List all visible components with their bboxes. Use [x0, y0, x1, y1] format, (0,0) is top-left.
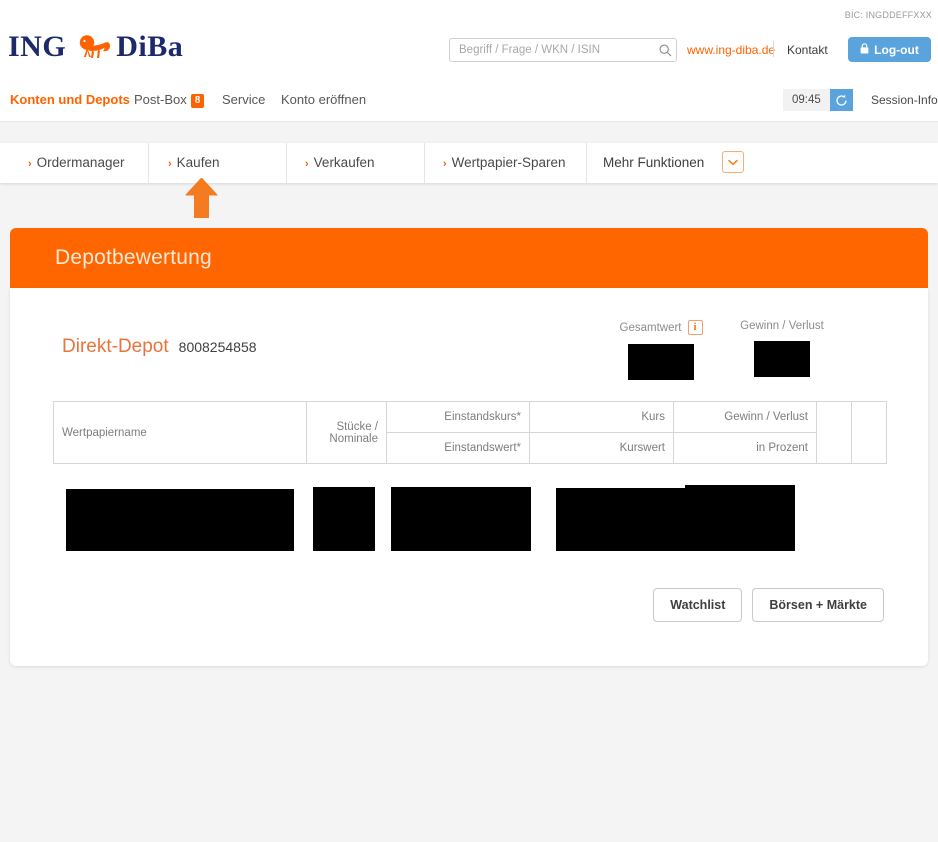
- watchlist-button[interactable]: Watchlist: [653, 588, 743, 622]
- col-kurs: Kurs: [529, 401, 674, 433]
- chevron-right-icon: ›: [305, 158, 309, 170]
- col-kurswert: Kurswert: [529, 432, 674, 464]
- nav-service[interactable]: Service: [222, 92, 265, 107]
- tab-kaufen[interactable]: › Kaufen: [168, 155, 219, 170]
- logo-diba-text: DiBa: [116, 30, 184, 63]
- tab-divider: [586, 143, 587, 183]
- website-link[interactable]: www.ing-diba.de: [687, 43, 775, 57]
- function-tabstrip: › Ordermanager › Kaufen › Verkaufen › Wertpa…: [0, 143, 938, 183]
- gesamtwert-value-redacted: [628, 344, 694, 380]
- tab-ordermanager[interactable]: › Ordermanager: [28, 155, 124, 170]
- depot-number: 8008254858: [178, 339, 257, 355]
- search-icon[interactable]: [654, 39, 676, 61]
- lion-icon: [74, 34, 112, 60]
- chevron-right-icon: ›: [443, 158, 447, 170]
- nav-label: Konten und Depots: [10, 92, 130, 107]
- session-timer: 09:45: [783, 89, 853, 111]
- gewinn-verlust-label: Gewinn / Verlust: [740, 320, 824, 332]
- page-title: Depotbewertung: [55, 246, 212, 269]
- depot-table: Wertpapiername Stücke / Nominale Einstan…: [53, 401, 887, 464]
- tab-verkaufen[interactable]: › Verkaufen: [305, 155, 374, 170]
- nav-post-box[interactable]: Post-Box 8: [134, 92, 205, 108]
- logout-button[interactable]: Log-out: [848, 37, 931, 62]
- card-action-buttons: Watchlist Börsen + Märkte: [653, 588, 884, 622]
- depot-name: Direkt-Depot: [62, 336, 169, 357]
- col-in-prozent: in Prozent: [673, 432, 817, 464]
- depot-heading: Direkt-Depot 8008254858: [62, 336, 257, 358]
- nav-label: Service: [222, 92, 266, 107]
- banner-bar: Depotbewertung: [10, 228, 928, 288]
- tab-divider: [424, 143, 425, 183]
- chevron-right-icon: ›: [28, 158, 32, 170]
- col-stuecke-line2: Nominale: [329, 432, 378, 445]
- nav-konto-eroeffnen[interactable]: Konto eröffnen: [281, 92, 366, 107]
- kontakt-link[interactable]: Kontakt: [787, 43, 828, 57]
- logout-label: Log-out: [874, 42, 919, 57]
- tab-label: Verkaufen: [313, 155, 375, 170]
- col-stuecke-line1: Stücke /: [336, 420, 378, 433]
- arrow-up-cursor: [185, 177, 218, 223]
- boersen-maerkte-button[interactable]: Börsen + Märkte: [752, 588, 884, 622]
- top-header: BIC: INGDDEFFXXX ING DiBa Begriff / Frag…: [0, 0, 938, 80]
- lock-icon: [860, 42, 869, 57]
- gewinn-verlust-value-redacted: [754, 341, 810, 377]
- nav-label: Post-Box: [134, 92, 187, 107]
- tab-label: Wertpapier-Sparen: [451, 155, 566, 170]
- session-time: 09:45: [783, 89, 830, 111]
- chevron-down-icon: [728, 153, 738, 171]
- tab-label: Kaufen: [176, 155, 220, 170]
- refresh-icon[interactable]: [829, 89, 853, 111]
- ing-diba-logo[interactable]: ING DiBa: [8, 30, 183, 64]
- row-cell-einstandskurs-redacted: [391, 487, 531, 551]
- col-einstandswert: Einstandswert*: [386, 432, 530, 464]
- bic-text: BIC: INGDDEFFXXX: [844, 10, 932, 20]
- tab-divider: [148, 143, 149, 183]
- tab-label: Ordermanager: [36, 155, 125, 170]
- row-cell-gewinn-redacted: [685, 485, 795, 551]
- gewinn-verlust-block: Gewinn / Verlust: [717, 320, 847, 377]
- col-gewinn-verlust: Gewinn / Verlust: [673, 401, 817, 433]
- col-spacer-2: [851, 401, 887, 464]
- tab-wertpapier-sparen[interactable]: › Wertpapier-Sparen: [443, 155, 565, 170]
- tab-mehr-funktionen[interactable]: Mehr Funktionen: [603, 155, 704, 170]
- gesamtwert-label: Gesamtwert: [619, 321, 682, 334]
- depot-card: Direkt-Depot 8008254858 Gesamtwert i Gew…: [10, 288, 928, 666]
- col-spacer-1: [816, 401, 852, 464]
- gesamtwert-label-row: Gesamtwert i: [596, 320, 726, 335]
- session-info-link[interactable]: Session-Info: [871, 93, 938, 107]
- gesamtwert-block: Gesamtwert i: [596, 320, 726, 380]
- mehr-funktionen-dropdown-button[interactable]: [722, 151, 744, 173]
- table-header-row-1: Wertpapiername Stücke / Nominale Einstan…: [53, 401, 887, 464]
- tab-divider: [286, 143, 287, 183]
- post-box-badge: 8: [190, 94, 205, 108]
- search-input[interactable]: [450, 44, 654, 56]
- nav-konten-und-depots[interactable]: Konten und Depots: [10, 92, 130, 107]
- logo-ing-text: ING: [8, 30, 67, 63]
- tab-label: Mehr Funktionen: [603, 155, 705, 170]
- chevron-right-icon: ›: [168, 158, 172, 170]
- col-wertpapiername: Wertpapiername: [53, 401, 307, 464]
- row-cell-stuecke-redacted: [313, 487, 375, 551]
- page-banner: Depotbewertung: [10, 228, 928, 306]
- row-cell-kurs-redacted: [556, 488, 688, 551]
- nav-label: Konto eröffnen: [281, 92, 367, 107]
- row-cell-wertpapiername-redacted: [66, 489, 294, 551]
- col-stuecke-nominale: Stücke / Nominale: [306, 401, 387, 464]
- info-icon[interactable]: i: [687, 320, 703, 335]
- col-einstandskurs: Einstandskurs*: [386, 401, 530, 433]
- search-box[interactable]: [449, 38, 677, 62]
- header-divider: [773, 41, 774, 57]
